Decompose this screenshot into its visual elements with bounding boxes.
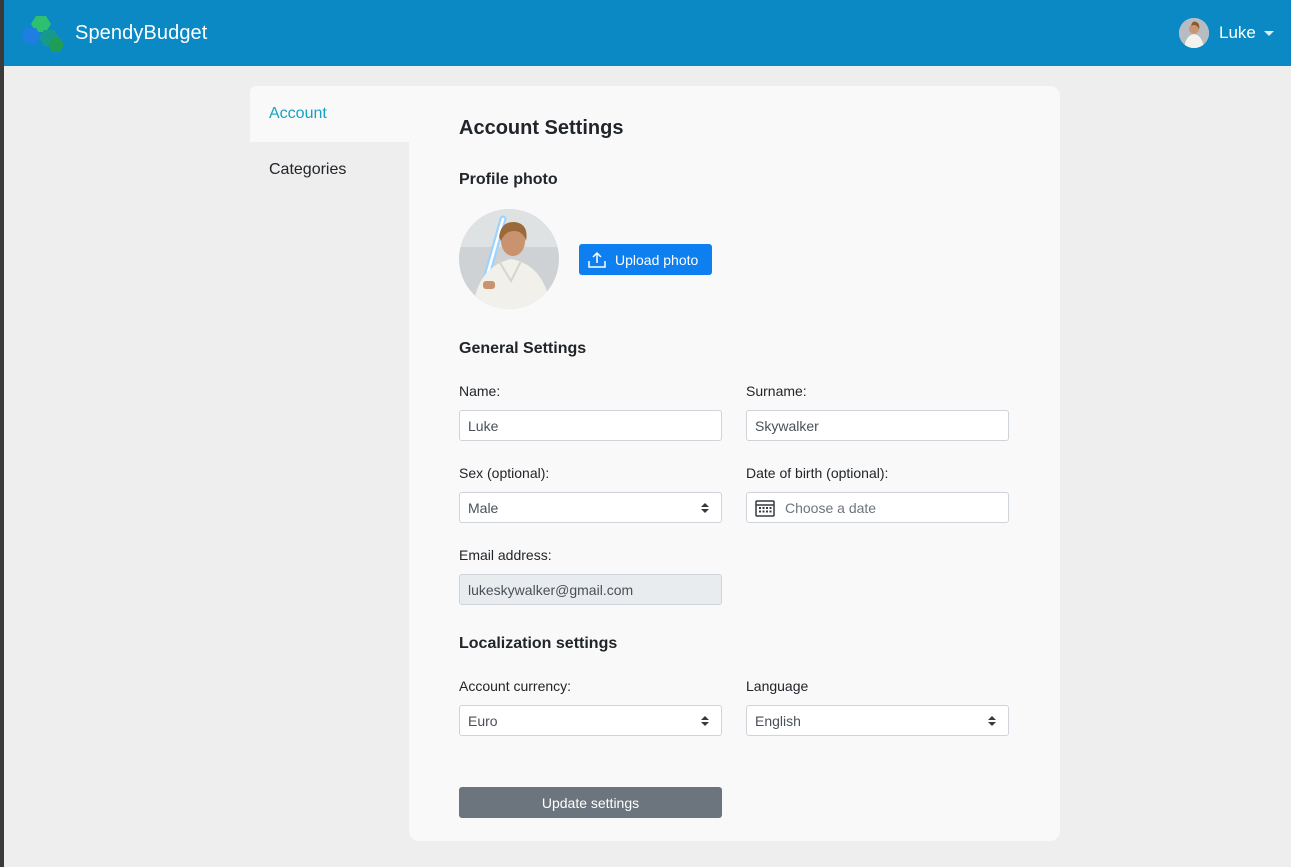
sex-label: Sex (optional): [459,465,550,481]
update-settings-label: Update settings [541,794,640,811]
surname-label: Surname: [746,383,807,399]
surname-value: Skywalker [755,417,819,434]
currency-value: Euro [468,712,498,729]
brand-name: SpendyBudget [75,21,208,44]
select-arrows-icon [701,503,709,513]
upload-photo-button[interactable]: Upload photo [579,244,712,275]
chevron-down-icon [1263,30,1274,36]
email-label: Email address: [459,547,552,563]
upload-icon [588,251,606,268]
currency-label: Account currency: [459,678,572,694]
settings-panel: Account Settings Profile photo Upload ph… [409,86,1060,841]
language-value: English [755,712,801,729]
email-value: lukeskywalker@gmail.com [468,581,634,598]
language-select[interactable]: English [746,705,1009,736]
user-name: Luke [1219,23,1256,42]
sidebar-item-label: Account [269,105,327,122]
brand[interactable]: SpendyBudget [22,14,207,52]
localization-heading: Localization settings [459,635,618,652]
surname-field[interactable]: Skywalker [746,410,1009,441]
sidebar-item-account[interactable]: Account [250,86,409,142]
upload-photo-label: Upload photo [615,251,699,268]
sex-select[interactable]: Male [459,492,722,523]
update-settings-button[interactable]: Update settings [459,787,722,818]
top-navbar: SpendyBudget Luke [4,0,1291,66]
profile-photo [459,209,559,309]
sidebar-item-label: Categories [269,161,347,178]
name-value: Luke [468,417,499,434]
profile-photo-heading: Profile photo [459,171,558,188]
dob-label: Date of birth (optional): [746,465,889,481]
page-title: Account Settings [459,117,624,139]
name-label: Name: [459,383,501,399]
calendar-icon [755,499,775,517]
user-avatar [1179,18,1209,48]
window-edge [0,0,4,867]
general-settings-heading: General Settings [459,340,587,357]
currency-select[interactable]: Euro [459,705,722,736]
select-arrows-icon [988,716,996,726]
sex-value: Male [468,499,499,516]
language-label: Language [746,678,809,694]
name-field[interactable]: Luke [459,410,722,441]
email-field[interactable]: lukeskywalker@gmail.com [459,574,722,605]
sidebar-item-categories[interactable]: Categories [250,142,409,198]
user-menu[interactable]: Luke [1179,17,1274,49]
dob-field[interactable]: Choose a date [746,492,1009,523]
logo-icon [22,16,64,52]
dob-placeholder: Choose a date [785,499,877,516]
select-arrows-icon [701,716,709,726]
